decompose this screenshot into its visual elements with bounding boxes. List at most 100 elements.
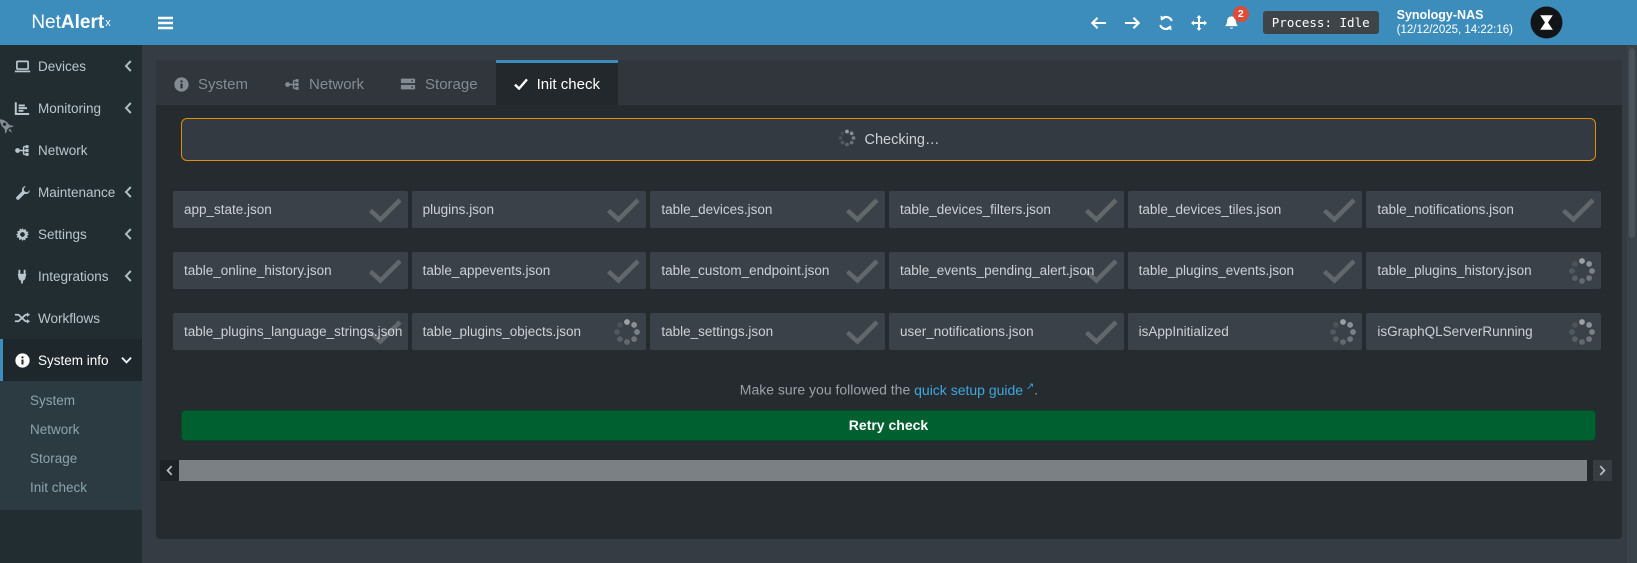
checking-alert: Checking… xyxy=(181,118,1596,161)
tab-init-check[interactable]: Init check xyxy=(496,60,618,105)
check-icon xyxy=(844,258,880,284)
app-logo[interactable]: NetAlertx xyxy=(0,0,142,45)
brand-sup: x xyxy=(105,17,111,29)
tile-name: table_plugins_history.json xyxy=(1377,263,1531,278)
tile-name: app_state.json xyxy=(184,202,272,217)
back-arrow-icon[interactable] xyxy=(1090,16,1107,30)
setup-hint: Make sure you followed the quick setup g… xyxy=(156,381,1622,398)
init-check-tile-table-appevents-json: table_appevents.json xyxy=(412,252,647,289)
init-check-tile-plugins-json: plugins.json xyxy=(412,191,647,228)
top-header: NetAlertx xyxy=(0,0,1637,45)
sidebar-item-label: Integrations xyxy=(38,269,109,284)
sidebar-subitem-system[interactable]: System xyxy=(0,386,142,415)
chevron-left-icon xyxy=(124,60,132,72)
host-timestamp: (12/12/2025, 14:22:16) xyxy=(1397,23,1513,38)
tile-name: table_plugins_events.json xyxy=(1139,263,1294,278)
spinner-icon xyxy=(1568,318,1596,346)
sidebar-item-label: Monitoring xyxy=(38,101,101,116)
refresh-icon[interactable] xyxy=(1158,15,1174,31)
tile-name: table_settings.json xyxy=(661,324,773,339)
user-avatar[interactable] xyxy=(1530,6,1563,39)
process-status-badge: Process: Idle xyxy=(1263,11,1379,34)
check-icon xyxy=(605,258,641,284)
init-check-tile-table-devices-filters-json: table_devices_filters.json xyxy=(889,191,1124,228)
init-check-tile-table-plugins-history-json: table_plugins_history.json xyxy=(1366,252,1601,289)
host-name: Synology-NAS xyxy=(1397,7,1513,23)
brand-prefix: Net xyxy=(31,12,61,34)
plug-icon xyxy=(13,269,31,284)
tile-name: table_events_pending_alert.json xyxy=(900,263,1094,278)
notifications-bell[interactable]: 2 xyxy=(1224,15,1239,31)
sidebar-subitem-storage[interactable]: Storage xyxy=(0,444,142,473)
sidebar-item-label: Network xyxy=(38,143,88,158)
quick-setup-guide-link[interactable]: quick setup guide ↗ xyxy=(914,382,1034,398)
vertical-scrollbar[interactable] xyxy=(1627,45,1637,563)
sidebar-toggle-icon[interactable] xyxy=(157,16,174,30)
retry-check-button[interactable]: Retry check xyxy=(181,410,1596,441)
check-icon xyxy=(367,258,403,284)
tile-name: plugins.json xyxy=(423,202,494,217)
sidebar-item-devices[interactable]: Devices xyxy=(0,45,142,87)
tab-network[interactable]: Network xyxy=(266,60,382,105)
chevron-down-icon xyxy=(121,356,132,364)
sidebar-item-label: Workflows xyxy=(38,311,100,326)
check-icon xyxy=(1560,197,1596,223)
sidebar-subitem-network[interactable]: Network xyxy=(0,415,142,444)
tile-name: table_notifications.json xyxy=(1377,202,1514,217)
sidebar: Devices Monitoring Network Maintenance Setti… xyxy=(0,45,142,563)
tab-system[interactable]: System xyxy=(156,60,266,105)
hint-prefix: Make sure you followed the xyxy=(740,382,914,398)
sidebar-item-integrations[interactable]: Integrations xyxy=(0,255,142,297)
chevron-left-icon xyxy=(124,102,132,114)
wrench-icon xyxy=(13,185,31,200)
sidebar-item-system-info[interactable]: System info xyxy=(0,339,142,381)
brand-bold: Alert xyxy=(61,12,104,34)
laptop-icon xyxy=(13,59,31,74)
move-arrows-icon[interactable] xyxy=(1191,15,1207,31)
check-icon xyxy=(367,197,403,223)
check-icon xyxy=(367,319,403,345)
spinner-icon xyxy=(613,318,641,346)
sidebar-item-label: Maintenance xyxy=(38,185,115,200)
info-icon xyxy=(174,77,189,92)
init-check-tile-table-plugins-objects-json: table_plugins_objects.json xyxy=(412,313,647,350)
init-check-tile-table-custom-endpoint-json: table_custom_endpoint.json xyxy=(650,252,885,289)
sidebar-item-monitoring[interactable]: Monitoring xyxy=(0,87,142,129)
header-navbar: 2 Process: Idle Synology-NAS (12/12/2025… xyxy=(142,0,1637,45)
sidebar-item-label: Devices xyxy=(38,59,86,74)
tab-card: System Network Storage Init check Checking…… xyxy=(156,60,1622,539)
tab-storage[interactable]: Storage xyxy=(382,60,496,105)
tile-name: table_devices.json xyxy=(661,202,772,217)
rocket-icon[interactable] xyxy=(0,115,19,139)
check-icon xyxy=(514,78,528,90)
spinner-icon xyxy=(1329,318,1357,346)
host-info: Synology-NAS (12/12/2025, 14:22:16) xyxy=(1397,7,1513,38)
check-icon xyxy=(1321,197,1357,223)
forward-arrow-icon[interactable] xyxy=(1124,16,1141,30)
tab-label: Init check xyxy=(537,76,600,93)
hint-link-text: quick setup guide xyxy=(914,382,1023,398)
header-icon-group: 2 xyxy=(1090,15,1239,31)
scrollbar-thumb[interactable] xyxy=(179,460,1587,481)
sidebar-item-network[interactable]: Network xyxy=(0,129,142,171)
sidebar-item-settings[interactable]: Settings xyxy=(0,213,142,255)
init-check-tile-table-settings-json: table_settings.json xyxy=(650,313,885,350)
tile-name: table_online_history.json xyxy=(184,263,332,278)
check-icon xyxy=(605,197,641,223)
info-icon xyxy=(13,353,31,368)
notifications-count-badge: 2 xyxy=(1233,6,1249,22)
tile-name: table_devices_tiles.json xyxy=(1139,202,1282,217)
chevron-left-icon xyxy=(124,186,132,198)
check-icon xyxy=(844,197,880,223)
chart-icon xyxy=(13,101,31,116)
init-check-tile-isgraphqlserverrunning: isGraphQLServerRunning xyxy=(1366,313,1601,350)
scroll-left-button[interactable] xyxy=(160,460,179,481)
tab-bar: System Network Storage Init check xyxy=(156,60,1622,105)
scroll-right-button[interactable] xyxy=(1593,460,1612,481)
sidebar-item-maintenance[interactable]: Maintenance xyxy=(0,171,142,213)
tab-label: Storage xyxy=(425,76,478,93)
tab-label: System xyxy=(198,76,248,93)
sidebar-item-workflows[interactable]: Workflows xyxy=(0,297,142,339)
sidebar-submenu: SystemNetworkStorageInit check xyxy=(0,381,142,510)
sidebar-subitem-init-check[interactable]: Init check xyxy=(0,473,142,502)
